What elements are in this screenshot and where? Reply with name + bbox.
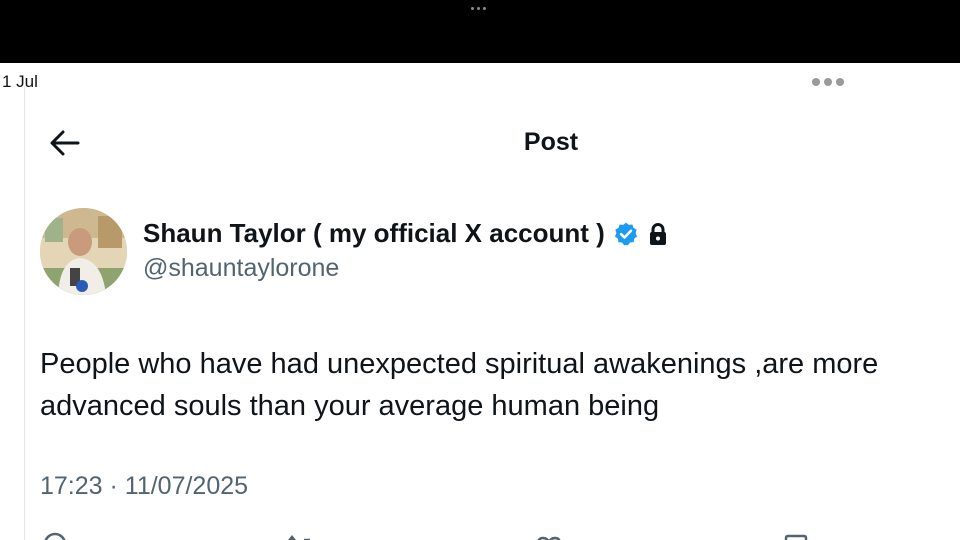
date-label: 1 Jul — [2, 72, 38, 91]
avatar-image — [40, 208, 127, 295]
bookmark-icon[interactable] — [782, 530, 812, 540]
post-text: People who have had unexpected spiritual… — [40, 348, 879, 422]
repost-icon[interactable] — [286, 530, 316, 540]
page-title: Post — [523, 128, 579, 156]
multitasking-dots-icon[interactable] — [471, 7, 486, 10]
display-name[interactable]: Shaun Taylor ( my official X account ) — [143, 218, 605, 249]
verified-badge-icon — [614, 222, 637, 245]
lock-icon — [649, 222, 666, 245]
post-timestamp[interactable]: 17:23 · 11/07/2025 — [40, 472, 248, 501]
like-icon[interactable] — [534, 530, 564, 540]
user-handle[interactable]: @shauntaylorone — [143, 254, 339, 283]
more-horizontal-icon[interactable] — [812, 78, 844, 86]
avatar[interactable] — [40, 208, 127, 295]
top-black-bar — [0, 0, 960, 63]
author-name-row[interactable]: Shaun Taylor ( my official X account ) — [143, 218, 669, 249]
reply-icon[interactable] — [40, 530, 70, 540]
